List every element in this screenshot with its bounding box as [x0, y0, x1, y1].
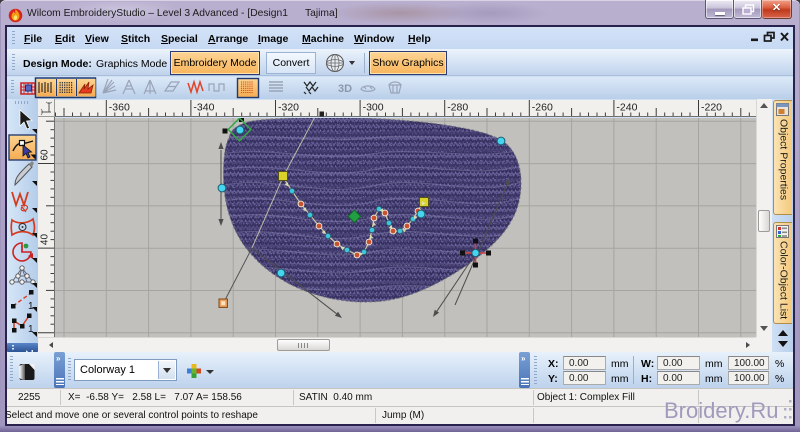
svg-text:-260: -260	[532, 102, 553, 114]
svg-text:40: 40	[40, 234, 51, 246]
svg-text:3D: 3D	[338, 83, 352, 95]
svg-text:-220: -220	[701, 102, 722, 114]
svg-text:-300: -300	[363, 102, 384, 114]
svg-text:1: 1	[28, 301, 34, 312]
svg-text:-340: -340	[193, 102, 214, 114]
svg-text:-320: -320	[278, 102, 299, 114]
svg-text:-360: -360	[109, 102, 130, 114]
svg-text:-280: -280	[447, 102, 468, 114]
svg-text:1: 1	[28, 324, 34, 335]
svg-text:-240: -240	[616, 102, 637, 114]
svg-text:60: 60	[40, 149, 51, 161]
